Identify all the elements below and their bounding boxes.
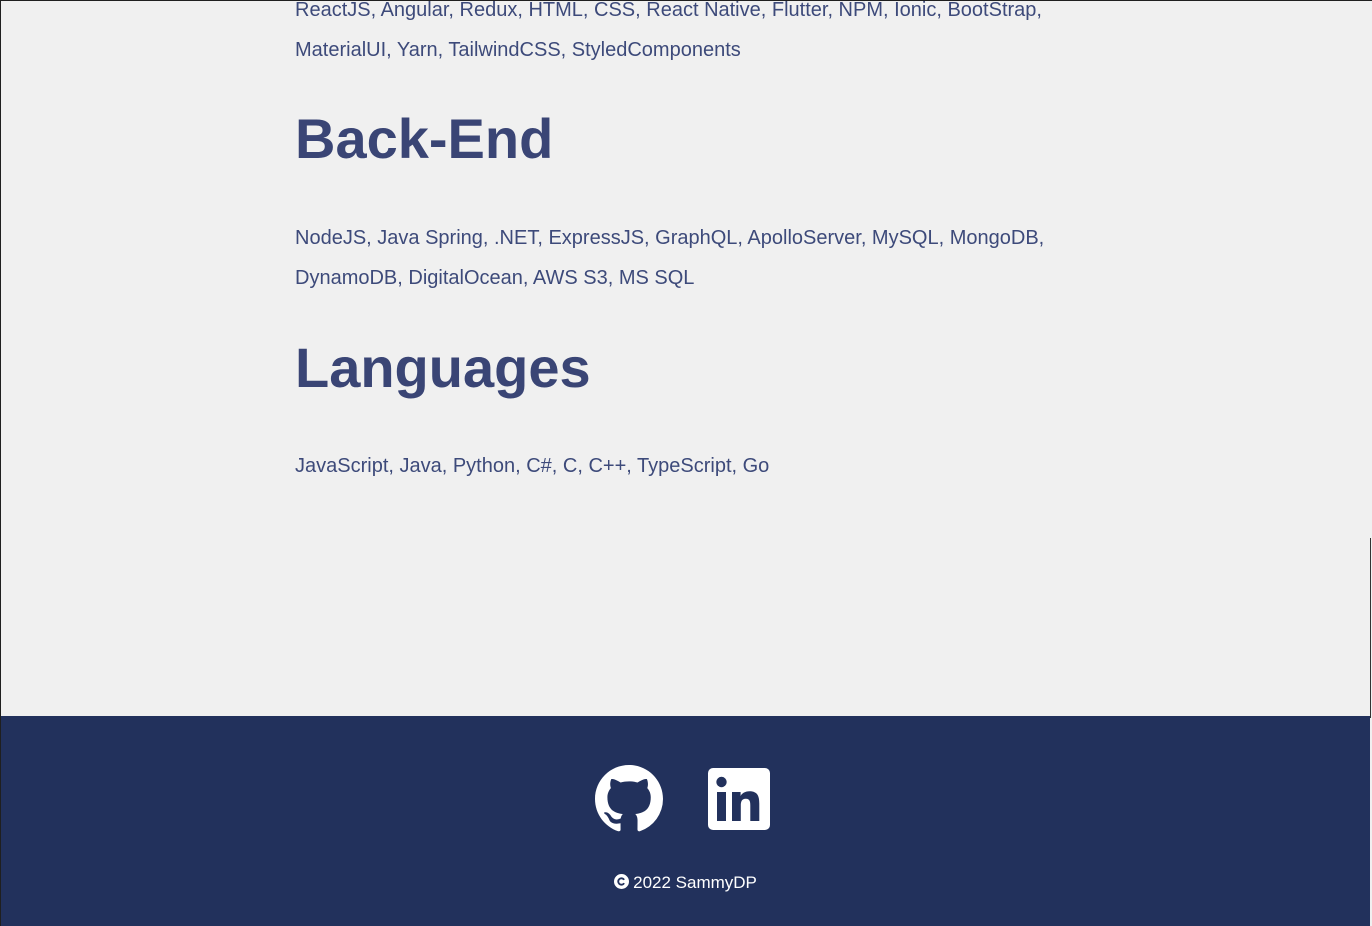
frontend-skills-text: ReactJS, Angular, Redux, HTML, CSS, Reac… <box>295 0 1042 61</box>
copyright-icon <box>614 874 630 889</box>
backend-skills-text: NodeJS, Java Spring, .NET, ExpressJS, Gr… <box>295 227 1045 289</box>
copyright-text: 2022 SammyDP <box>633 873 757 892</box>
github-link[interactable] <box>595 765 663 833</box>
scrollbar-edge <box>1370 538 1371 718</box>
copyright: 2022 SammyDP <box>1 873 1370 893</box>
footer: 2022 SammyDP <box>1 716 1370 926</box>
languages-skills-text: JavaScript, Java, Python, C#, C, C++, Ty… <box>295 455 770 477</box>
linkedin-icon <box>708 768 770 830</box>
page: ReactJS, Angular, Redux, HTML, CSS, Reac… <box>0 0 1372 926</box>
social-links <box>595 765 771 833</box>
github-icon <box>595 765 663 832</box>
linkedin-link[interactable] <box>707 767 771 831</box>
backend-heading: Back-End <box>295 107 554 170</box>
languages-heading: Languages <box>295 336 591 399</box>
